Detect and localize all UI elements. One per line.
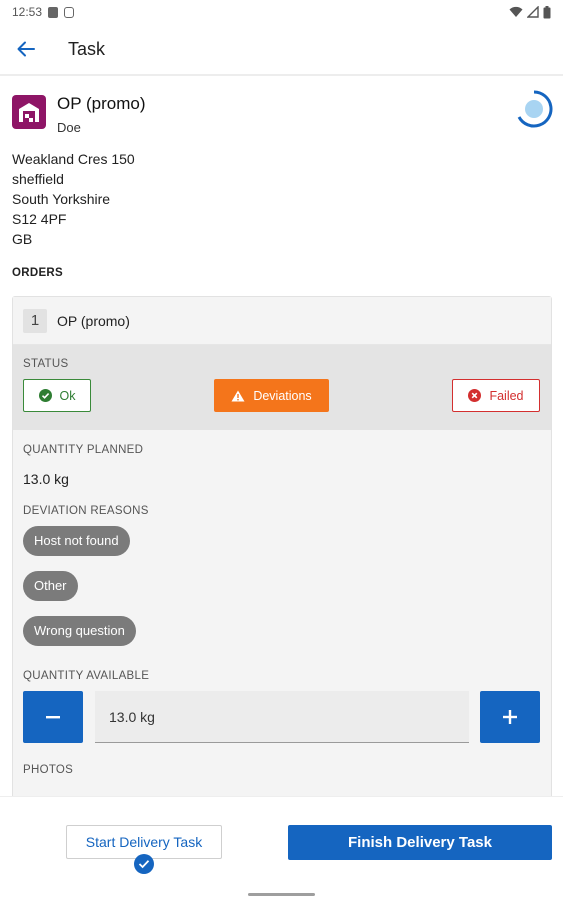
- address-line: South Yorkshire: [12, 191, 111, 207]
- status-section: STATUS Ok Deviations Failed: [13, 345, 551, 430]
- status-deviations-button[interactable]: Deviations: [214, 379, 329, 412]
- increase-quantity-button[interactable]: [480, 691, 540, 743]
- decrease-quantity-button[interactable]: [23, 691, 83, 743]
- warning-icon: [231, 390, 245, 401]
- quantity-planned-label: QUANTITY PLANNED: [23, 444, 144, 456]
- checkmark-icon: [134, 854, 154, 874]
- task-customer: Doe: [57, 120, 81, 135]
- status-failed-button[interactable]: Failed: [452, 379, 540, 412]
- finish-delivery-task-label: Finish Delivery Task: [348, 834, 492, 851]
- start-delivery-task-label: Start Delivery Task: [85, 834, 203, 850]
- page-title: Task: [68, 38, 106, 59]
- signal-icon: [527, 6, 539, 18]
- back-arrow-icon: [17, 41, 35, 57]
- bottom-action-bar: Start Delivery Task Finish Delivery Task: [0, 796, 563, 900]
- deviation-reason-chip[interactable]: Host not found: [23, 526, 130, 556]
- minus-icon: [46, 715, 60, 718]
- deviation-reason-chip[interactable]: Wrong question: [23, 616, 136, 646]
- order-header[interactable]: 1 OP (promo): [13, 297, 551, 345]
- status-label: STATUS: [23, 358, 69, 370]
- warehouse-icon: [12, 95, 46, 129]
- address-line: S12 4PF: [12, 211, 67, 227]
- orders-section-label: ORDERS: [12, 267, 64, 279]
- deviation-reasons-label: DEVIATION REASONS: [23, 505, 149, 517]
- plus-icon: [503, 710, 517, 724]
- status-ok-button[interactable]: Ok: [23, 379, 91, 412]
- address-line: sheffield: [12, 171, 64, 187]
- task-title: OP (promo): [57, 94, 146, 113]
- quantity-planned-value: 13.0 kg: [23, 471, 69, 487]
- status-bar: 12:53: [0, 0, 563, 24]
- order-number: 1: [23, 308, 47, 333]
- back-button[interactable]: [0, 23, 52, 75]
- address-line: GB: [12, 231, 33, 247]
- wifi-icon: [509, 6, 523, 17]
- status-failed-label: Failed: [489, 388, 524, 403]
- notification-icon: [48, 6, 59, 18]
- order-name: OP (promo): [57, 312, 130, 329]
- status-ok-label: Ok: [59, 388, 76, 403]
- order-card: 1 OP (promo) STATUS Ok Deviations Failed…: [12, 296, 552, 796]
- sim-icon: [64, 6, 75, 18]
- task-content[interactable]: OP (promo) Doe Weakland Cres 150 sheffie…: [0, 78, 563, 796]
- status-deviations-label: Deviations: [253, 388, 312, 403]
- app-bar: Task: [0, 24, 563, 76]
- quantity-available-label: QUANTITY AVAILABLE: [23, 670, 150, 682]
- quantity-stepper: 13.0 kg: [23, 691, 541, 751]
- progress-ring-icon: [517, 90, 553, 128]
- photos-label: PHOTOS: [23, 764, 74, 776]
- error-circle-icon: [468, 389, 482, 402]
- address-line: Weakland Cres 150: [12, 151, 135, 167]
- finish-delivery-task-button[interactable]: Finish Delivery Task: [288, 825, 552, 860]
- task-address: Weakland Cres 150 sheffield South Yorksh…: [0, 146, 563, 249]
- status-time: 12:53: [12, 5, 43, 19]
- battery-icon: [543, 5, 551, 18]
- check-circle-icon: [38, 389, 52, 402]
- gesture-nav-handle[interactable]: [248, 893, 315, 896]
- task-header: OP (promo) Doe: [0, 78, 563, 146]
- order-details: QUANTITY PLANNED 13.0 kg DEVIATION REASO…: [13, 444, 551, 776]
- quantity-available-input[interactable]: 13.0 kg: [95, 691, 469, 743]
- deviation-reason-chip[interactable]: Other: [23, 571, 78, 601]
